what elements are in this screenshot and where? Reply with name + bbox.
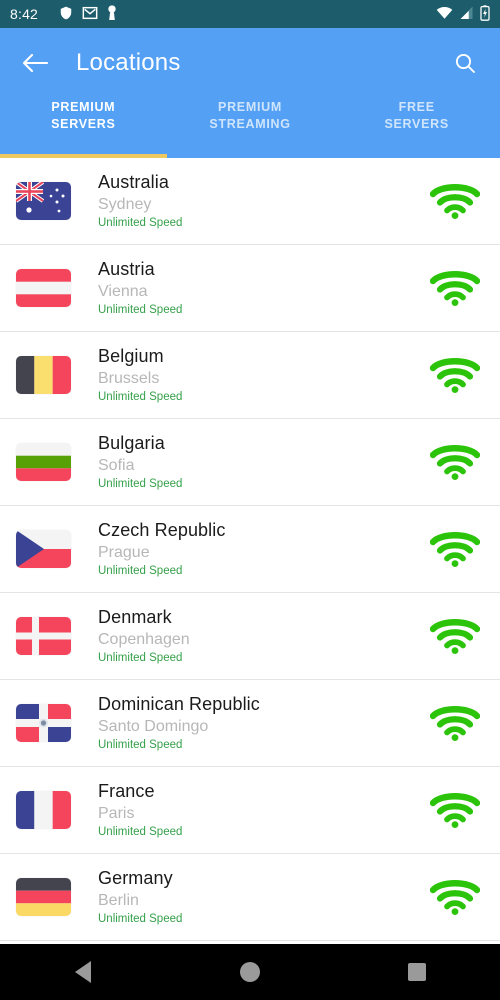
- vpn-key-icon: [107, 4, 117, 24]
- city-name: Paris: [98, 805, 135, 822]
- server-item-texts: Bulgaria Sofia Unlimited Speed: [98, 432, 426, 492]
- tab-free-servers[interactable]: FREE SERVERS: [333, 98, 500, 133]
- android-navigation-bar: [0, 944, 500, 1000]
- server-item-texts: Germany Berlin Unlimited Speed: [98, 867, 426, 927]
- country-flag-icon: [16, 269, 71, 307]
- square-recents-icon: [407, 963, 426, 981]
- country-flag-icon: [16, 617, 71, 655]
- speed-label: Unlimited Speed: [98, 391, 183, 403]
- server-item-texts: Dominican Republic Santo Domingo Unlimit…: [98, 693, 426, 753]
- server-list-item[interactable]: Czech Republic Prague Unlimited Speed: [0, 506, 500, 593]
- cellular-signal-icon: [459, 6, 474, 23]
- speed-label: Unlimited Speed: [98, 739, 183, 751]
- nav-home-button[interactable]: [220, 952, 280, 992]
- speed-label: Unlimited Speed: [98, 826, 183, 838]
- speed-label: Unlimited Speed: [98, 652, 183, 664]
- server-list-item[interactable]: Denmark Copenhagen Unlimited Speed: [0, 593, 500, 680]
- server-item-texts: Belgium Brussels Unlimited Speed: [98, 345, 426, 405]
- wifi-signal-icon: [426, 179, 484, 223]
- city-name: Berlin: [98, 892, 139, 909]
- country-name: Germany: [98, 868, 173, 888]
- server-list-item[interactable]: Austria Vienna Unlimited Speed: [0, 245, 500, 332]
- gmail-icon: [82, 5, 98, 24]
- circle-home-icon: [239, 962, 260, 982]
- wifi-signal-icon: [426, 788, 484, 832]
- country-flag-icon: [16, 443, 71, 481]
- server-item-texts: Czech Republic Prague Unlimited Speed: [98, 519, 426, 579]
- country-name: Belgium: [98, 346, 164, 366]
- tab-premium-servers[interactable]: PREMIUM SERVERS: [0, 98, 167, 133]
- country-flag-icon: [16, 791, 71, 829]
- wifi-signal-icon: [426, 701, 484, 745]
- country-name: Australia: [98, 172, 169, 192]
- city-name: Prague: [98, 544, 150, 561]
- wifi-signal-icon: [426, 875, 484, 919]
- country-name: Denmark: [98, 607, 172, 627]
- battery-charging-icon: [480, 4, 490, 24]
- tab-free-servers-line2: SERVERS: [384, 117, 449, 131]
- speed-label: Unlimited Speed: [98, 304, 183, 316]
- country-name: Austria: [98, 259, 155, 279]
- city-name: Copenhagen: [98, 631, 190, 648]
- country-flag-icon: [16, 356, 71, 394]
- wifi-signal-icon: [426, 353, 484, 397]
- app-bar-top: Locations: [0, 28, 500, 98]
- nav-back-button[interactable]: [53, 952, 113, 992]
- country-name: Czech Republic: [98, 520, 226, 540]
- nav-recents-button[interactable]: [387, 952, 447, 992]
- country-flag-icon: [16, 530, 71, 568]
- server-list-item[interactable]: Belgium Brussels Unlimited Speed: [0, 332, 500, 419]
- city-name: Santo Domingo: [98, 718, 209, 735]
- wifi-icon: [436, 6, 453, 23]
- shield-icon: [59, 5, 73, 24]
- wifi-signal-icon: [426, 440, 484, 484]
- server-item-texts: Denmark Copenhagen Unlimited Speed: [98, 606, 426, 666]
- tab-bar: PREMIUM SERVERS PREMIUM STREAMING FREE S…: [0, 98, 500, 148]
- tab-premium-servers-line2: SERVERS: [51, 117, 116, 131]
- speed-label: Unlimited Speed: [98, 913, 183, 925]
- status-bar-right: [436, 4, 490, 24]
- status-bar: 8:42: [0, 0, 500, 28]
- city-name: Vienna: [98, 283, 148, 300]
- server-list-item[interactable]: Australia Sydney Unlimited Speed: [0, 158, 500, 245]
- page-title: Locations: [76, 49, 181, 76]
- triangle-back-icon: [75, 961, 92, 983]
- city-name: Brussels: [98, 370, 160, 387]
- city-name: Sydney: [98, 196, 152, 213]
- country-name: Dominican Republic: [98, 694, 260, 714]
- server-item-texts: Australia Sydney Unlimited Speed: [98, 171, 426, 231]
- speed-label: Unlimited Speed: [98, 478, 183, 490]
- server-list-item[interactable]: France Paris Unlimited Speed: [0, 767, 500, 854]
- city-name: Sofia: [98, 457, 135, 474]
- tab-premium-streaming[interactable]: PREMIUM STREAMING: [167, 98, 334, 133]
- tab-free-servers-line1: FREE: [398, 100, 435, 114]
- country-name: France: [98, 781, 155, 801]
- country-flag-icon: [16, 182, 71, 220]
- server-list-item[interactable]: Bulgaria Sofia Unlimited Speed: [0, 419, 500, 506]
- back-button[interactable]: [18, 46, 52, 80]
- country-flag-icon: [16, 704, 71, 742]
- tab-premium-streaming-line1: PREMIUM: [218, 100, 282, 114]
- server-location-list: Australia Sydney Unlimited Speed Austria…: [0, 158, 500, 953]
- country-flag-icon: [16, 878, 71, 916]
- tab-premium-servers-line1: PREMIUM: [51, 100, 116, 114]
- wifi-signal-icon: [426, 527, 484, 571]
- server-item-texts: Austria Vienna Unlimited Speed: [98, 258, 426, 318]
- status-bar-clock: 8:42: [10, 6, 39, 22]
- search-button[interactable]: [448, 46, 482, 80]
- country-name: Bulgaria: [98, 433, 165, 453]
- speed-label: Unlimited Speed: [98, 565, 183, 577]
- speed-label: Unlimited Speed: [98, 217, 183, 229]
- wifi-signal-icon: [426, 614, 484, 658]
- status-bar-left: 8:42: [10, 4, 117, 24]
- server-list-item[interactable]: Germany Berlin Unlimited Speed: [0, 854, 500, 941]
- wifi-signal-icon: [426, 266, 484, 310]
- tab-premium-streaming-line2: STREAMING: [209, 117, 291, 131]
- server-list-item[interactable]: Dominican Republic Santo Domingo Unlimit…: [0, 680, 500, 767]
- server-item-texts: France Paris Unlimited Speed: [98, 780, 426, 840]
- app-bar: Locations PREMIUM SERVERS PREMIUM STREAM…: [0, 28, 500, 158]
